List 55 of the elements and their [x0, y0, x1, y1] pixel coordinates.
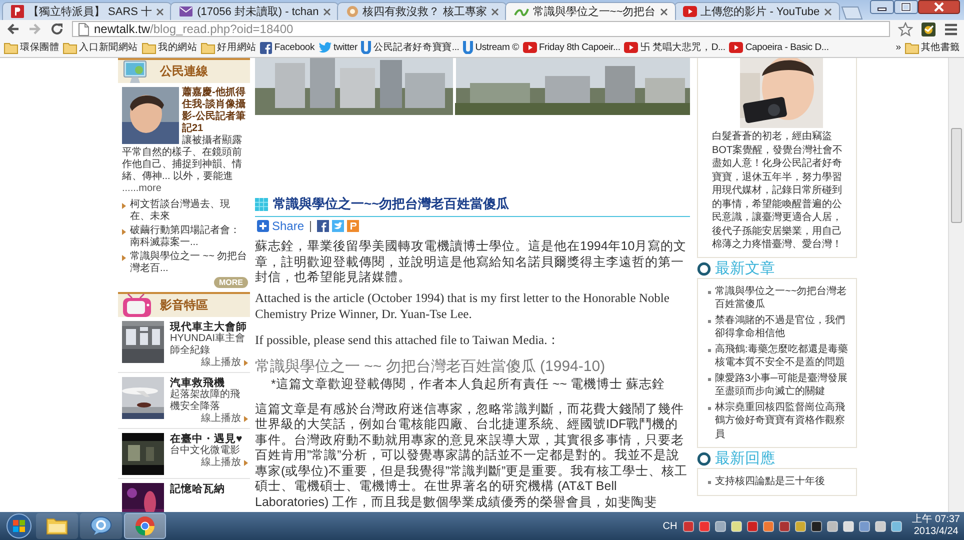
feature-title-link[interactable]: 蕭嘉慶-他抓得住我-談肖像攝影-公民記者筆記21: [122, 87, 248, 135]
bookmark[interactable]: 我的網站: [140, 38, 200, 56]
section-title: 最新文章: [715, 262, 775, 276]
article-link[interactable]: 陳愛路3小事─可能是臺灣發展至盡頭而步向滅亡的關鍵: [715, 372, 850, 398]
video-title-link[interactable]: 記憶哈瓦納: [170, 483, 248, 495]
address-field[interactable]: newtalk.tw/blog_read.php?oid=18400: [72, 21, 890, 37]
section-title: 最新回應: [715, 452, 775, 466]
article-link[interactable]: 破繭行動第四場記者會：南科滅蒜案一...: [130, 225, 248, 249]
bookmark[interactable]: 公民記者好奇寶寶...: [359, 38, 462, 56]
bookmark[interactable]: twitter: [316, 38, 360, 56]
play-link[interactable]: 線上播放: [201, 413, 241, 425]
article-subtitle: 常識與學位之一 ~~ 勿把台灣老百姓當傻瓜 (1994-10): [255, 358, 606, 376]
article-link[interactable]: 林宗堯重回核四監督崗位高飛鶴方儉好奇寶寶有資格作觀察員: [715, 400, 850, 441]
clock[interactable]: 上午 07:37 2013/4/24: [912, 514, 960, 538]
video-description: HYUNDAI車主會師全紀錄: [170, 333, 246, 356]
browser-tab[interactable]: 【獨立特派員】 SARS 十: [2, 2, 172, 20]
video-title-link[interactable]: 汽車救飛機: [170, 377, 248, 389]
browser-tab[interactable]: 上傳您的影片 - YouTube: [674, 2, 840, 20]
language-indicator: CH: [662, 520, 678, 532]
play-link[interactable]: 線上播放: [201, 457, 241, 469]
paragraph: 這篇文章是有感於台灣政府迷信專家，忽略常識判斷，而花費大錢鬧了幾件世界級的大笑話，例如台電核能四廠、台北捷運系統、經國號IDF戰鬥機的事件。台灣政府動不動就用專家的意見來誤導大眾，其實很多事情，只要老百姓肯用”常識”分析，可以發覺專家講的話並不一定都是對的。我並不是說專家(或學位)不重要，但是我覺得”常識判斷”更是重要。我有核工學士、核工碩士、電機碩士、電機博士。在世界著名的研究機構 (AT&T Bell Laboratories) 工作，而且我是數個學業成績優秀的榮譽會員，如斐陶斐: [255, 402, 689, 510]
bookmark[interactable]: 入口新聞網站: [61, 38, 140, 56]
bookmark[interactable]: Ustream ©: [461, 38, 521, 56]
article-link[interactable]: 高飛鶴:毒藥怎麼吃都還是毒藥核電本質不安全不是蓋的問題: [715, 342, 850, 370]
browser-tab[interactable]: 常識與學位之一~~勿把台: [504, 2, 676, 20]
section-title: 公民連線: [160, 65, 208, 78]
browser-tab[interactable]: (17056 封未讀取) - tchan: [170, 2, 339, 20]
bookmark[interactable]: 其他書籤: [902, 38, 962, 56]
section-title: 影音特區: [160, 299, 208, 312]
bookmark[interactable]: Capoeira - Basic D...: [727, 38, 831, 56]
article-link[interactable]: 常識與學位之一~~勿把台灣老百姓當傻瓜: [715, 284, 850, 312]
paragraph: 蘇志銓，畢業後留學美國轉攻電機讀博士學位。這是他在1994年10月寫的文章，註明歡迎登載傳閱，並說明這是他寫給知名諾貝爾獎得主李遠哲的第一封信，也希望能見諸媒體。: [255, 239, 688, 286]
feature-summary: 讓被攝者顯露平常自然的樣子、在鏡頭前作他自己、捕捉到神韻、情緒、傳神... 以外，要能進 ......more: [122, 135, 242, 194]
bookmark[interactable]: 環保團體: [2, 38, 62, 56]
play-link[interactable]: 線上播放: [201, 357, 241, 369]
article-title: 常識與學位之一~~勿把台灣老百姓當傻瓜: [273, 195, 510, 213]
paragraph: If possible, please send this attached file to Taiwan Media.：: [255, 332, 562, 348]
article-link[interactable]: 柯文哲談台灣過去、現在、未來: [130, 199, 248, 223]
video-description: 起落架故障的飛機安全降落: [170, 389, 241, 412]
video-description: 台中文化微電影: [170, 445, 241, 456]
bookmark[interactable]: Facebook: [258, 38, 317, 56]
article-link[interactable]: 禁春鴻賭的不過是官位，我們卻得拿命相信他: [715, 314, 850, 340]
paragraph: Attached is the article (October 1994) that is my first letter to the Honorable Noble Chemistry Prize Winner, Dr. Yuan-Tse Lee.: [255, 290, 670, 322]
bookmark[interactable]: Friday 8th Capoeir...: [520, 38, 622, 56]
browser-tab[interactable]: 核四有救沒救？ 核工專家: [336, 2, 507, 20]
video-title-link[interactable]: 現代車主大會師: [170, 321, 248, 333]
note-text: *這篇文章歡迎登載傳閱，作者本人負起所有責任 ~~ 電機博士 蘇志銓: [270, 376, 666, 392]
author-bio: 白髮蒼蒼的初老，經由竊盜BOT案覺醒，發覺台灣社會不盡如人意！化身公民記者好奇寶寶，退休五年半，努力學習用現代媒材，記錄日常所碰到的事情，希望能喚醒普遍的公民意識，讓臺灣更適合人居，後代子孫能安居樂業，用自己棉薄之力疼惜臺灣、愛台灣！: [712, 130, 844, 252]
bookmark[interactable]: 卐 梵唱大悲咒，D...: [622, 38, 728, 56]
article-link[interactable]: 常識與學位之一 ~~ 勿把台灣老百...: [130, 251, 248, 275]
more-bookmarks-button[interactable]: »: [894, 38, 903, 56]
video-title-link[interactable]: 在臺中・遇見♥: [170, 433, 248, 445]
share-button[interactable]: Share: [257, 219, 304, 233]
bookmark[interactable]: 好用網站: [199, 38, 258, 56]
more-link[interactable]: ......more: [122, 183, 162, 194]
